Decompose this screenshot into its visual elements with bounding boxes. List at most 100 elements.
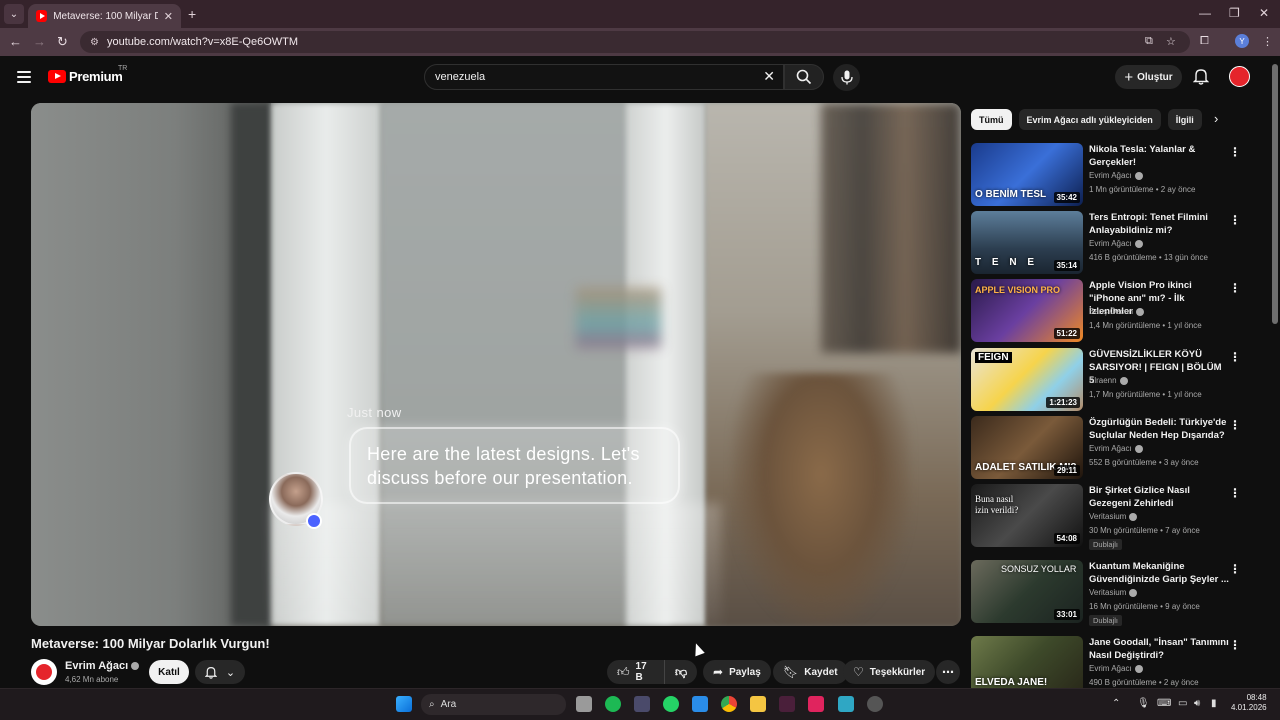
taskbar-clock[interactable]: 08:48 4.01.2026 [1231, 693, 1267, 713]
thumbnail-caption: FEIGN [975, 352, 1012, 363]
clear-search-icon[interactable]: ✕ [763, 68, 775, 85]
browser-menu-kebab-icon[interactable]: ⋮ [1262, 35, 1273, 48]
video-player[interactable]: Just now Here are the latest designs. Le… [31, 103, 961, 626]
address-bar[interactable]: ⚙ youtube.com/watch?v=x8E-Qe6OWTM [80, 31, 1190, 53]
create-button[interactable]: + Oluştur [1115, 65, 1182, 89]
new-tab-plus-icon[interactable]: + [188, 6, 196, 22]
display-icon[interactable]: ▭ [1178, 698, 1187, 709]
account-avatar[interactable] [1229, 66, 1250, 87]
related-video-item[interactable]: APPLE VISION PRO 51:22 Apple Vision Pro … [971, 279, 1246, 342]
more-actions-button[interactable]: ⋯ [936, 660, 960, 684]
channel-name-row[interactable]: Evrim Ağacı [65, 660, 140, 672]
voice-search-button[interactable] [833, 64, 860, 91]
related-video-item[interactable]: O BENİM TESL 35:42 Nikola Tesla: Yalanla… [971, 143, 1246, 206]
related-meta: 552 B görüntüleme • 3 ay önce [1089, 458, 1199, 467]
related-meta: 16 Mn görüntüleme • 9 ay önce [1089, 602, 1200, 611]
whatsapp-icon[interactable] [663, 696, 679, 712]
thanks-button[interactable]: ♡ Teşekkürler [843, 660, 936, 684]
scrollbar-thumb[interactable] [1272, 64, 1278, 324]
related-channel: Elraenn [1089, 376, 1128, 385]
share-button[interactable]: ➦ Paylaş [703, 660, 771, 684]
guide-menu-icon[interactable] [17, 71, 31, 83]
youtube-premium-logo[interactable]: Premium TR [48, 65, 127, 84]
item-kebab-icon[interactable]: ⋮ [1229, 281, 1241, 295]
share-label: Paylaş [729, 666, 761, 678]
related-video-item[interactable]: ELVEDA JANE! Jane Goodall, "İnsan" Tanım… [971, 636, 1246, 688]
related-video-title[interactable]: Bir Şirket Gizlice Nasıl Gezegeni Zehirl… [1089, 484, 1229, 510]
volume-icon[interactable]: 🔊︎ [1194, 698, 1200, 709]
site-info-icon[interactable]: ⚙ [90, 37, 99, 48]
related-video-title[interactable]: Ters Entropi: Tenet Filmini Anlayabildin… [1089, 211, 1229, 237]
item-kebab-icon[interactable]: ⋮ [1229, 350, 1241, 364]
app-a-icon[interactable] [808, 696, 824, 712]
item-kebab-icon[interactable]: ⋮ [1229, 145, 1241, 159]
item-kebab-icon[interactable]: ⋮ [1229, 638, 1241, 652]
battery-icon[interactable]: ▮ [1211, 698, 1217, 709]
video-thumbnail[interactable]: ADALET SATILIK MI? 29:11 [971, 416, 1083, 479]
related-video-item[interactable]: FEIGN 1:21:23 GÜVENSİZLİKLER KÖYÜ SARSIY… [971, 348, 1246, 411]
keyboard-icon[interactable]: ⌨ [1157, 698, 1171, 709]
store-icon[interactable] [634, 696, 650, 712]
video-thumbnail[interactable]: FEIGN 1:21:23 [971, 348, 1083, 411]
chip-from-uploader[interactable]: Evrim Ağacı adlı yükleyiciden [1018, 109, 1161, 130]
item-kebab-icon[interactable]: ⋮ [1229, 213, 1241, 227]
related-video-title[interactable]: Özgürlüğün Bedeli: Türkiye'de Suçlular N… [1089, 416, 1229, 442]
vscode-icon[interactable] [692, 696, 708, 712]
page-scrollbar[interactable] [1270, 56, 1280, 688]
item-kebab-icon[interactable]: ⋮ [1229, 562, 1241, 576]
app-calendar-icon[interactable] [838, 696, 854, 712]
extensions-puzzle-icon[interactable]: ⧠ [1200, 35, 1209, 48]
video-thumbnail[interactable]: APPLE VISION PRO 51:22 [971, 279, 1083, 342]
dislike-button[interactable]: 👎︎ [665, 660, 697, 684]
related-video-item[interactable]: ADALET SATILIK MI? 29:11 Özgürlüğün Bede… [971, 416, 1246, 479]
subscription-bell-dropdown[interactable]: ⌄ [195, 660, 245, 684]
taskbar-search[interactable]: ⌕ Ara [421, 694, 566, 715]
windows-start-icon[interactable] [396, 696, 412, 712]
task-view-icon[interactable] [576, 696, 592, 712]
like-button[interactable]: 👍︎ 17 B [607, 660, 666, 684]
item-kebab-icon[interactable]: ⋮ [1229, 418, 1241, 432]
related-video-item[interactable]: SONSUZ YOLLAR 33:01 Kuantum Mekaniğine G… [971, 560, 1246, 626]
close-window-icon[interactable]: ✕ [1259, 6, 1269, 20]
tab-close-icon[interactable]: ✕ [164, 10, 173, 23]
search-button[interactable] [784, 64, 824, 90]
microphone-tray-icon[interactable]: 🎙︎ [1137, 698, 1150, 709]
chevron-right-icon[interactable]: › [1214, 111, 1218, 126]
app-icon[interactable] [779, 696, 795, 712]
forward-arrow-icon[interactable]: → [33, 34, 46, 49]
spotify-icon[interactable] [605, 696, 621, 712]
restore-icon[interactable]: ❐ [1229, 6, 1240, 20]
browser-tab-active[interactable]: Metaverse: 100 Milyar Dolarlık Vurgun! -… [28, 4, 181, 28]
minimize-icon[interactable]: — [1199, 6, 1211, 20]
install-app-icon[interactable]: ⧉ [1145, 35, 1153, 48]
search-input[interactable]: venezuela ✕ [424, 64, 784, 90]
browser-profile-avatar[interactable]: Y [1235, 34, 1249, 48]
chip-all[interactable]: Tümü [971, 109, 1012, 130]
related-video-item[interactable]: T E N E 35:14 Ters Entropi: Tenet Filmin… [971, 211, 1246, 274]
app-settings-icon[interactable] [867, 696, 883, 712]
tab-search-chevron-icon[interactable]: ⌄ [4, 4, 24, 24]
join-button[interactable]: Katıl [149, 660, 189, 684]
video-thumbnail[interactable]: T E N E 35:14 [971, 211, 1083, 274]
tray-chevron-icon[interactable]: ⌃ [1112, 698, 1120, 709]
video-thumbnail[interactable]: SONSUZ YOLLAR 33:01 [971, 560, 1083, 623]
related-video-title[interactable]: Kuantum Mekaniğine Güvendiğinizde Garip … [1089, 560, 1229, 586]
video-thumbnail[interactable]: O BENİM TESL 35:42 [971, 143, 1083, 206]
related-video-title[interactable]: Nikola Tesla: Yalanlar & Gerçekler! [1089, 143, 1229, 169]
video-thumbnail[interactable]: ELVEDA JANE! [971, 636, 1083, 688]
channel-avatar[interactable] [31, 659, 57, 685]
reload-icon[interactable]: ↻ [57, 34, 68, 50]
video-thumbnail[interactable]: Buna nasıl izin verildi? 54:08 [971, 484, 1083, 547]
bookmark-star-icon[interactable]: ☆ [1166, 35, 1176, 48]
chip-related[interactable]: İlgili [1167, 109, 1202, 130]
related-video-title[interactable]: Jane Goodall, "İnsan" Tanımını Nasıl Değ… [1089, 636, 1229, 662]
chrome-icon[interactable] [721, 696, 737, 712]
item-kebab-icon[interactable]: ⋮ [1229, 486, 1241, 500]
save-button[interactable]: 🔖︎ Kaydet [773, 660, 848, 684]
back-arrow-icon[interactable]: ← [9, 34, 22, 49]
notifications-bell-icon[interactable] [1193, 68, 1209, 85]
file-explorer-icon[interactable] [750, 696, 766, 712]
thumbnail-caption: Buna nasıl izin verildi? [975, 494, 1019, 515]
subscriber-count: 4,62 Mn abone [65, 675, 119, 684]
related-video-item[interactable]: Buna nasıl izin verildi? 54:08 Bir Şirke… [971, 484, 1246, 550]
